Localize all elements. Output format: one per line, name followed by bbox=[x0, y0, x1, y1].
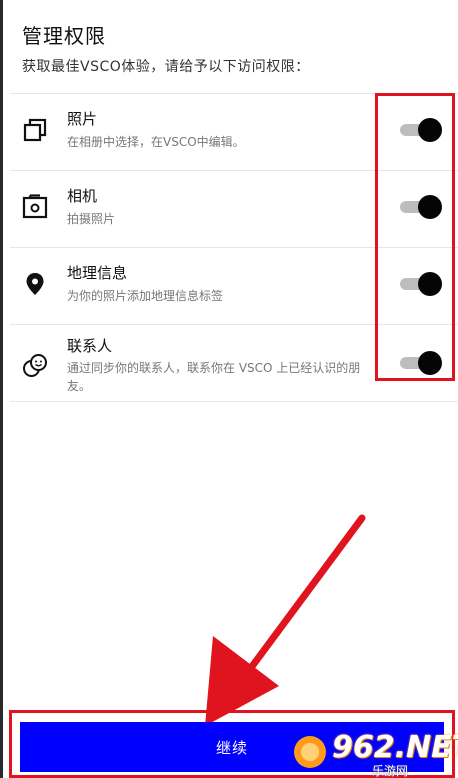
permission-description: 通过同步你的联系人，联系你在 VSCO 上已经认识的朋友。 bbox=[67, 361, 361, 393]
photos-icon bbox=[22, 117, 48, 143]
permissions-screen: 管理权限 获取最佳VSCO体验，请给予以下访问权限： 照片 在相册中选择，在VS… bbox=[0, 0, 458, 778]
page-title: 管理权限 bbox=[22, 24, 106, 48]
watermark-logo: 962.NET 乐游网 bbox=[290, 730, 458, 778]
toggles-highlight-box bbox=[375, 93, 455, 381]
permission-description: 拍摄照片 bbox=[67, 212, 116, 226]
watermark-icon bbox=[294, 736, 326, 768]
permission-description: 为你的照片添加地理信息标签 bbox=[67, 289, 224, 303]
watermark-text: 962.NET bbox=[332, 730, 458, 765]
permission-title: 相机 bbox=[67, 187, 98, 205]
permission-description: 在相册中选择，在VSCO中编辑。 bbox=[67, 135, 245, 149]
contacts-icon bbox=[22, 353, 48, 379]
permission-title: 联系人 bbox=[67, 337, 113, 355]
page-subtitle: 获取最佳VSCO体验，请给予以下访问权限： bbox=[22, 59, 310, 75]
watermark-subtext: 乐游网 bbox=[372, 764, 409, 778]
camera-icon bbox=[22, 194, 48, 220]
location-pin-icon bbox=[22, 271, 48, 297]
permission-title: 地理信息 bbox=[67, 264, 128, 282]
permission-title: 照片 bbox=[67, 110, 98, 128]
left-edge-border bbox=[0, 0, 3, 778]
